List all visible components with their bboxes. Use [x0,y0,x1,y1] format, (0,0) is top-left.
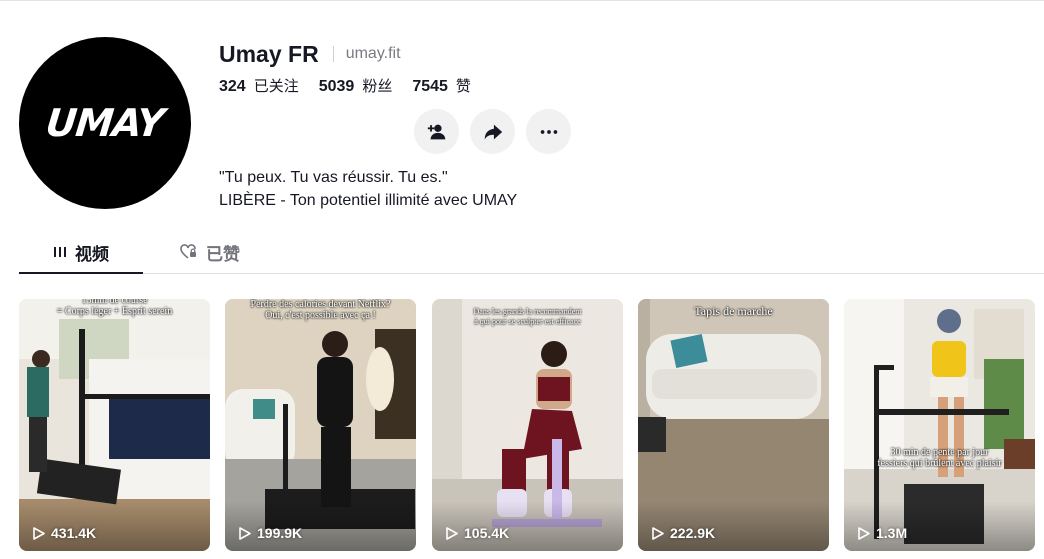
name-separator [332,46,334,62]
more-dots-icon [538,121,560,143]
tab-liked-label: 已赞 [206,244,240,265]
video-view-count: 222.9K [652,525,715,541]
play-icon [652,526,664,540]
view-count-text: 105.4K [464,525,510,541]
stat-likes-count: 7545 [412,77,448,95]
stat-following[interactable]: 324 已关注 [219,75,299,96]
profile-bio: "Tu peux. Tu vas réussir. Tu es." LIBÈRE… [219,166,517,212]
share-arrow-icon [482,121,504,143]
play-icon [33,526,45,540]
more-options-button[interactable] [526,109,571,154]
person-add-icon [426,121,448,143]
profile-stats: 324 已关注 5039 粉丝 7545 赞 [219,74,491,96]
video-view-count: 431.4K [33,525,96,541]
view-count-text: 431.4K [51,525,97,541]
play-icon [239,526,251,540]
view-count-text: 222.9K [670,525,716,541]
stat-following-count: 324 [219,77,246,95]
video-caption-overlay: Dans les grands la recommandent à qui po… [473,307,582,326]
video-view-count: 1.3M [858,525,907,541]
tab-videos[interactable]: 视频 [19,230,143,274]
video-card[interactable]: 15min de course = Corps léger + Esprit s… [19,299,210,551]
video-caption-overlay: 15min de course = Corps léger + Esprit s… [56,299,173,317]
profile-tabs: 视频 已赞 [19,230,1044,274]
display-name: Umay FR [219,40,319,67]
video-card[interactable]: Perdre des calories devant Netflix? Oui,… [225,299,416,551]
profile-name-row: Umay FR umay.fit [219,39,401,69]
tab-liked[interactable]: 已赞 [165,230,255,274]
top-divider [0,0,1044,1]
stat-likes: 7545 赞 [412,75,471,96]
video-card[interactable]: Dans les grands la recommandent à qui po… [432,299,623,551]
play-icon [446,526,458,540]
video-caption-overlay: Perdre des calories devant Netflix? Oui,… [250,299,391,321]
tab-videos-label: 视频 [75,244,109,265]
heart-lock-icon [180,244,198,260]
video-view-count: 105.4K [446,525,509,541]
video-view-count: 199.9K [239,525,302,541]
play-icon [858,526,870,540]
video-caption-overlay: Tapis de marche [694,304,773,318]
follow-button[interactable] [414,109,459,154]
username-handle: umay.fit [345,45,401,62]
stat-followers-count: 5039 [318,77,355,95]
video-caption-overlay: 30 min de pente par jour fessiers qui br… [877,447,1002,469]
bio-line-2: LIBÈRE - Ton potentiel illimité avec UMA… [219,192,518,209]
bio-line-1: "Tu peux. Tu vas réussir. Tu es." [219,169,448,186]
stat-following-label: 已关注 [253,76,299,95]
avatar-logo-text: UMAY [44,101,166,145]
stat-followers-label: 粉丝 [362,76,393,95]
video-card[interactable]: Tapis de marche 222.9K [638,299,829,551]
grid-bars-icon [53,245,67,259]
active-tab-indicator [19,272,143,274]
stat-likes-label: 赞 [455,76,471,95]
profile-avatar[interactable]: UMAY [19,37,191,209]
video-card[interactable]: 30 min de pente par jour fessiers qui br… [844,299,1035,551]
view-count-text: 199.9K [257,525,303,541]
share-button[interactable] [470,109,515,154]
view-count-text: 1.3M [876,525,908,541]
stat-followers[interactable]: 5039 粉丝 [319,75,393,96]
